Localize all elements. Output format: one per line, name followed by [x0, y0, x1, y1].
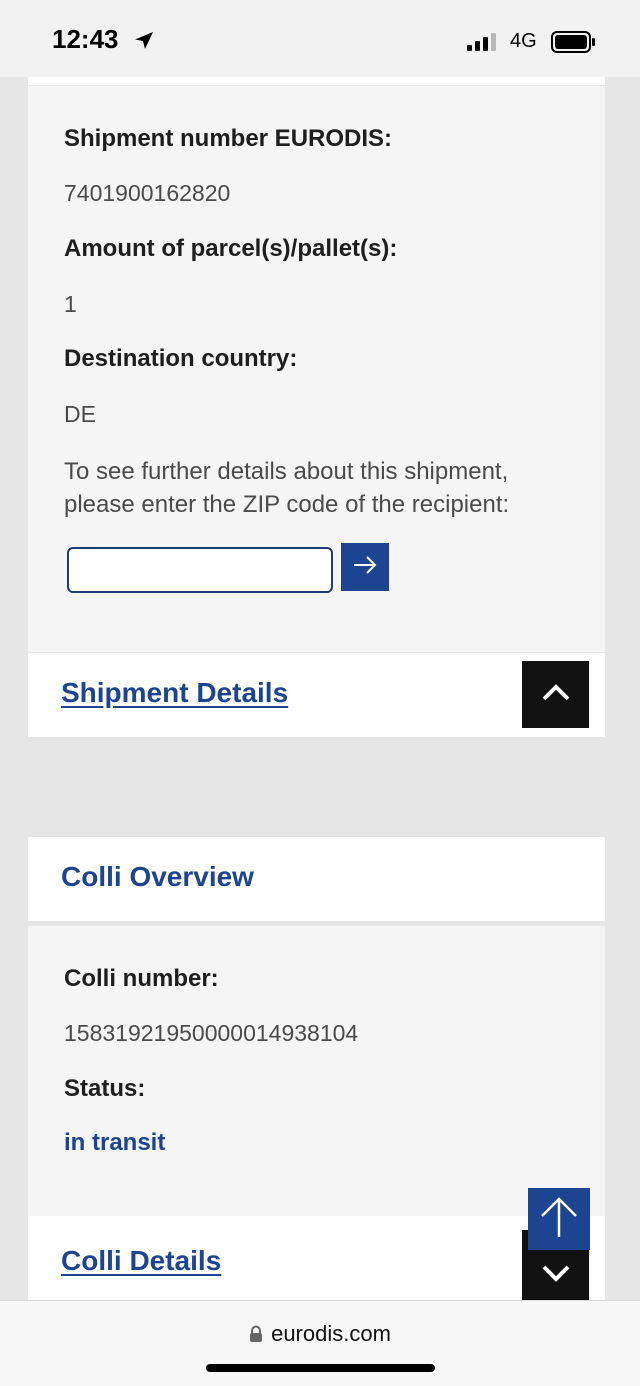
- destination-label: Destination country:: [64, 345, 298, 372]
- status-bar: 12:43 4G: [0, 0, 640, 77]
- amount-value: 1: [64, 291, 77, 317]
- colli-details-link[interactable]: Colli Details: [61, 1245, 221, 1277]
- zip-prompt-line-2: please enter the ZIP code of the recipie…: [64, 491, 510, 518]
- zip-code-input[interactable]: [67, 547, 333, 593]
- zip-prompt: To see further details about this shipme…: [64, 455, 564, 521]
- status-time: 12:43: [52, 24, 119, 54]
- chevron-up-icon: [541, 683, 571, 706]
- colli-number-label: Colli number:: [64, 965, 219, 992]
- url-text: eurodis.com: [271, 1321, 391, 1346]
- scroll-to-top-button[interactable]: [528, 1188, 590, 1250]
- cellular-signal-icon: [467, 33, 499, 56]
- network-type: 4G: [510, 30, 537, 52]
- card-top-strip: [28, 77, 605, 85]
- destination-value: DE: [64, 401, 96, 427]
- chevron-down-icon: [541, 1265, 571, 1288]
- browser-url-bar[interactable]: eurodis.com: [0, 1300, 640, 1386]
- arrow-right-icon: [352, 555, 378, 580]
- home-indicator[interactable]: [206, 1364, 435, 1372]
- colli-number-value: 15831921950000014938104: [64, 1020, 359, 1046]
- shipment-number-value: 7401900162820: [64, 180, 231, 206]
- colli-overview-title: Colli Overview: [61, 861, 254, 892]
- amount-label: Amount of parcel(s)/pallet(s):: [64, 235, 398, 262]
- status-label: Status:: [64, 1075, 146, 1102]
- url-display[interactable]: eurodis.com: [0, 1321, 640, 1349]
- arrow-up-icon: [539, 1195, 579, 1244]
- zip-prompt-line-1: To see further details about this shipme…: [64, 458, 509, 485]
- shipment-number-label: Shipment number EURODIS:: [64, 125, 393, 152]
- lock-icon: [249, 1323, 263, 1349]
- zip-submit-button[interactable]: [341, 543, 389, 591]
- status-value: in transit: [64, 1129, 166, 1156]
- location-arrow-icon: [133, 30, 155, 57]
- shipment-details-toggle[interactable]: [522, 661, 589, 728]
- battery-icon: [551, 31, 597, 58]
- shipment-details-link[interactable]: Shipment Details: [61, 677, 288, 709]
